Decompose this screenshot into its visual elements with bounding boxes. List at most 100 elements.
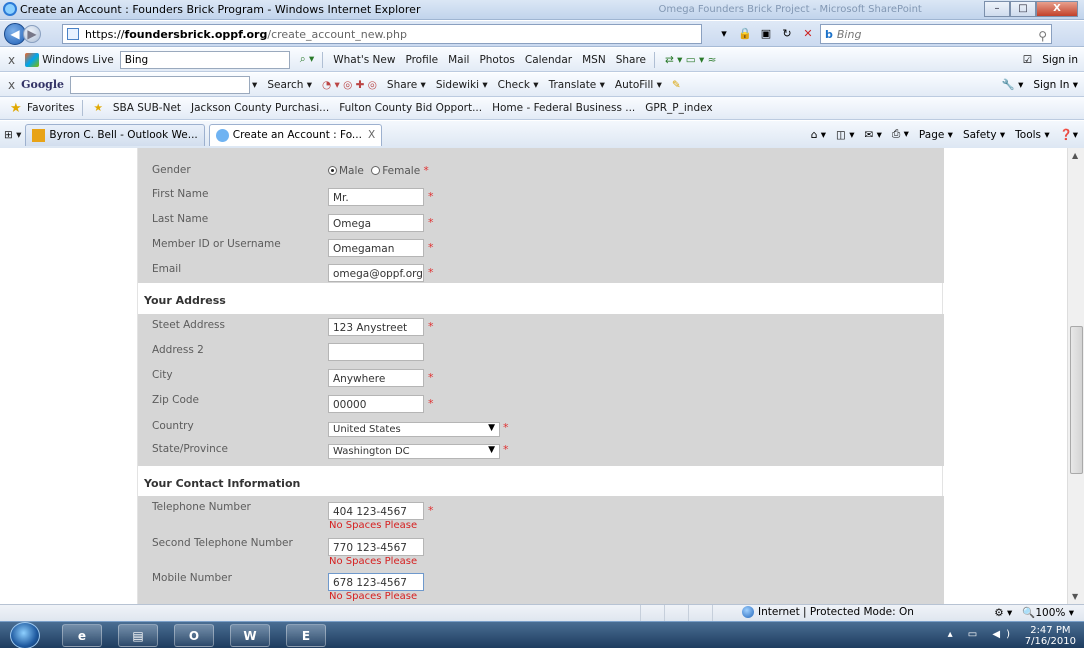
google-dropdown-icon[interactable]: ▾ bbox=[252, 79, 257, 91]
live-item-share[interactable]: Share bbox=[616, 54, 646, 66]
add-favorite-icon[interactable]: ★ bbox=[93, 102, 102, 114]
refresh-icon[interactable]: ↻ bbox=[778, 25, 796, 42]
member-id-input[interactable]: Omegaman bbox=[328, 239, 424, 257]
live-item-msn[interactable]: MSN bbox=[582, 54, 606, 66]
forward-button[interactable]: ▶ bbox=[23, 24, 41, 43]
phone2-input[interactable]: 770 123-4567 bbox=[328, 538, 424, 556]
country-selected: United States bbox=[333, 424, 401, 435]
mobile-input[interactable]: 678 123-4567 bbox=[328, 573, 424, 591]
favorite-federal-business[interactable]: Home - Federal Business ... bbox=[492, 102, 635, 114]
maximize-button[interactable]: □ bbox=[1010, 1, 1036, 17]
close-toolbar-icon[interactable]: x bbox=[8, 78, 15, 92]
windows-live-brand[interactable]: Windows Live bbox=[25, 52, 114, 67]
close-window-button[interactable]: X bbox=[1036, 1, 1078, 17]
google-autofill-button[interactable]: AutoFill ▾ bbox=[615, 79, 662, 91]
street-input[interactable]: 123 Anystreet bbox=[328, 318, 424, 336]
print-icon[interactable]: ⎙ ▾ bbox=[892, 128, 909, 141]
stop-icon[interactable]: ✕ bbox=[799, 25, 817, 42]
taskbar-word-icon[interactable]: W bbox=[230, 624, 270, 647]
google-sidewiki-button[interactable]: Sidewiki ▾ bbox=[436, 79, 488, 91]
page-menu[interactable]: Page ▾ bbox=[919, 129, 953, 141]
city-input[interactable]: Anywhere bbox=[328, 369, 424, 387]
google-translate-button[interactable]: Translate ▾ bbox=[549, 79, 605, 91]
google-search-button[interactable]: Search ▾ bbox=[267, 79, 312, 91]
vertical-scrollbar[interactable]: ▲ ▼ bbox=[1067, 148, 1084, 604]
live-tools-icon[interactable]: ⇄ ▾ ▭ ▾ ≈ bbox=[665, 54, 716, 66]
live-search-input[interactable]: Bing bbox=[119, 50, 290, 69]
live-item-mail[interactable]: Mail bbox=[448, 54, 469, 66]
clock-date: 7/16/2010 bbox=[1024, 636, 1076, 647]
first-name-input[interactable]: Mr. bbox=[328, 188, 424, 206]
favorite-sba-subnet[interactable]: SBA SUB-Net bbox=[113, 102, 181, 114]
outlook-icon bbox=[32, 128, 46, 142]
zoom-icon: 🔍 bbox=[1022, 607, 1036, 619]
scrollbar-thumb[interactable] bbox=[1070, 326, 1083, 474]
state-select[interactable]: Washington DC ▼ bbox=[328, 444, 500, 459]
compat-view-icon[interactable]: ▣ bbox=[757, 25, 775, 42]
taskbar-app-icon[interactable]: E bbox=[286, 624, 326, 647]
clock[interactable]: 2:47 PM 7/16/2010 bbox=[1025, 625, 1076, 647]
taskbar-ie-icon[interactable]: e bbox=[62, 624, 102, 647]
favorites-button[interactable]: ★ Favorites bbox=[10, 101, 74, 116]
help-icon[interactable]: ❓▾ bbox=[1060, 128, 1078, 141]
country-select[interactable]: United States ▼ bbox=[328, 422, 500, 437]
google-search-input[interactable] bbox=[70, 75, 251, 94]
favorite-gpr-index[interactable]: GPR_P_index bbox=[645, 102, 712, 114]
quick-tabs-icon[interactable]: ⊞ ▾ bbox=[4, 129, 21, 141]
minimize-button[interactable]: – bbox=[984, 1, 1010, 17]
tab-outlook[interactable]: Byron C. Bell - Outlook We... bbox=[25, 123, 205, 146]
phone-input[interactable]: 404 123-4567 bbox=[328, 502, 424, 520]
close-toolbar-icon[interactable]: x bbox=[8, 53, 15, 67]
security-zone[interactable]: Internet | Protected Mode: On bbox=[742, 606, 914, 618]
dropdown-icon[interactable]: ▾ bbox=[715, 25, 733, 42]
taskbar-explorer-icon[interactable]: ▤ bbox=[118, 624, 158, 647]
lock-icon[interactable]: 🔒 bbox=[736, 25, 754, 42]
required-mark: * bbox=[428, 266, 434, 279]
search-icon[interactable]: ⚲ bbox=[1038, 29, 1047, 43]
globe-icon bbox=[742, 606, 754, 618]
address-heading: Your Address bbox=[144, 294, 226, 307]
wrench-icon[interactable]: 🔧 ▾ bbox=[1002, 78, 1024, 91]
gender-label: Gender bbox=[152, 164, 191, 176]
tab-create-account[interactable]: Create an Account : Fo... X bbox=[208, 123, 383, 146]
zoom-level: 100% bbox=[1035, 607, 1066, 619]
favorite-fulton-county[interactable]: Fulton County Bid Opport... bbox=[339, 102, 482, 114]
pencil-icon[interactable]: ✎ bbox=[672, 79, 681, 91]
scroll-up-icon[interactable]: ▲ bbox=[1072, 151, 1078, 160]
email-input[interactable]: omega@oppf.org bbox=[328, 264, 424, 282]
google-extras-icon[interactable]: ◔ ▾ ◎ ✚ ◎ bbox=[322, 79, 377, 91]
close-tab-icon[interactable]: X bbox=[368, 129, 375, 141]
read-mail-icon[interactable]: ✉ ▾ bbox=[865, 129, 882, 141]
search-input[interactable]: b Bing ⚲ bbox=[820, 24, 1052, 44]
zoom-settings-icon[interactable]: ⚙ ▾ bbox=[994, 607, 1019, 619]
female-radio[interactable] bbox=[371, 166, 381, 175]
male-radio[interactable] bbox=[328, 166, 337, 175]
phone2-label: Second Telephone Number bbox=[152, 537, 293, 549]
feeds-icon[interactable]: ◫ ▾ bbox=[836, 129, 855, 141]
last-name-input[interactable]: Omega bbox=[328, 214, 424, 232]
live-item-calendar[interactable]: Calendar bbox=[525, 54, 572, 66]
google-sign-in-link[interactable]: Sign In ▾ bbox=[1033, 79, 1078, 91]
system-tray-icons[interactable]: ▴ ▭ ◀) bbox=[948, 629, 1016, 640]
taskbar-outlook-icon[interactable]: O bbox=[174, 624, 214, 647]
address2-input[interactable] bbox=[328, 343, 424, 361]
live-item-photos[interactable]: Photos bbox=[479, 54, 514, 66]
safety-menu[interactable]: Safety ▾ bbox=[963, 129, 1005, 141]
live-sign-in-link[interactable]: Sign in bbox=[1042, 54, 1078, 66]
google-check-button[interactable]: Check ▾ bbox=[498, 79, 539, 91]
window-title: Create an Account : Founders Brick Progr… bbox=[20, 3, 421, 16]
zip-input[interactable]: 00000 bbox=[328, 395, 424, 413]
scroll-down-icon[interactable]: ▼ bbox=[1072, 592, 1078, 601]
live-search-button[interactable]: ⌕ ▾ bbox=[300, 53, 315, 66]
zoom-control[interactable]: ⚙ ▾ 🔍100% ▾ bbox=[994, 606, 1074, 619]
start-button[interactable] bbox=[10, 622, 40, 648]
home-icon[interactable]: ⌂ ▾ bbox=[811, 129, 826, 141]
tools-menu[interactable]: Tools ▾ bbox=[1015, 129, 1049, 141]
live-item-profile[interactable]: Profile bbox=[405, 54, 438, 66]
live-item-whats-new[interactable]: What's New bbox=[333, 54, 395, 66]
address-field[interactable]: https:// foundersbrick.oppf.org /create_… bbox=[62, 24, 702, 44]
divider bbox=[322, 51, 324, 68]
favorite-jackson-county[interactable]: Jackson County Purchasi... bbox=[191, 102, 329, 114]
checkbox-icon[interactable]: ☑ bbox=[1023, 54, 1032, 66]
google-share-button[interactable]: Share ▾ bbox=[387, 79, 426, 91]
